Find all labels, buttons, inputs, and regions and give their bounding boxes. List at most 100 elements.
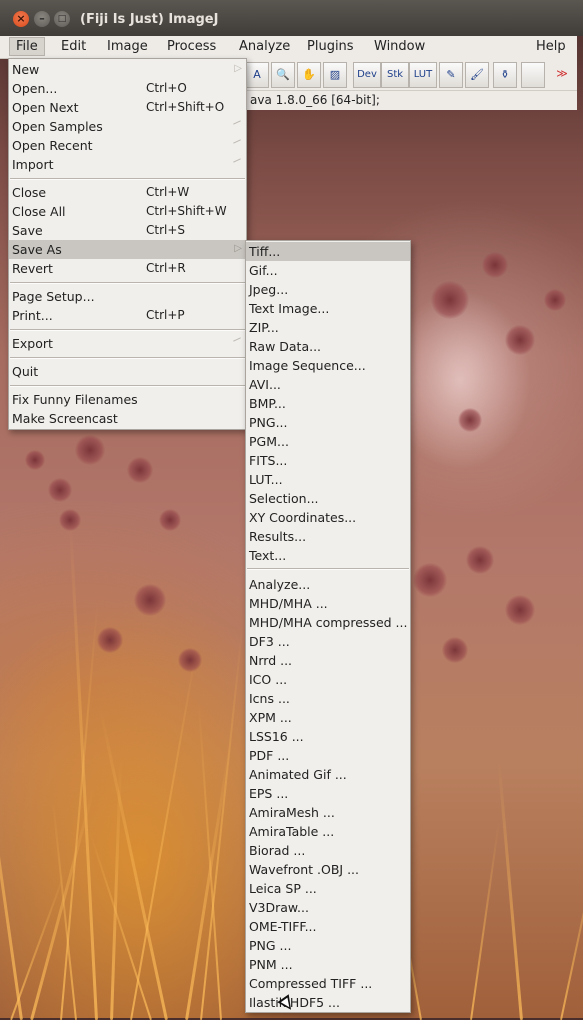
file-menu-item-make-screencast[interactable]: Make Screencast xyxy=(9,409,246,428)
menu-separator xyxy=(10,178,245,180)
pencil-button[interactable]: ✎ xyxy=(439,62,463,88)
save-as-item-jpeg[interactable]: Jpeg... xyxy=(246,280,410,299)
menu-item-label: Animated Gif ... xyxy=(249,767,347,782)
save-as-item-nrrd[interactable]: Nrrd ... xyxy=(246,651,410,670)
save-as-item-png[interactable]: PNG ... xyxy=(246,936,410,955)
file-menu-item-fix-funny-filenames[interactable]: Fix Funny Filenames xyxy=(9,390,246,409)
more-tools-button[interactable]: ≫ xyxy=(551,62,573,86)
save-as-item-v3draw[interactable]: V3Draw... xyxy=(246,898,410,917)
menu-file[interactable]: File xyxy=(9,37,45,56)
save-as-item-analyze[interactable]: Analyze... xyxy=(246,575,410,594)
color-picker-icon: ▨ xyxy=(329,68,341,81)
save-as-item-xpm[interactable]: XPM ... xyxy=(246,708,410,727)
file-menu-item-open[interactable]: Open... Ctrl+O xyxy=(9,79,246,98)
save-as-item-zip[interactable]: ZIP... xyxy=(246,318,410,337)
menu-item-label: Nrrd ... xyxy=(249,653,293,668)
menu-window[interactable]: Window xyxy=(374,39,425,54)
save-as-item-lut[interactable]: LUT... xyxy=(246,470,410,489)
menu-item-label: MHD/MHA compressed ... xyxy=(249,615,408,630)
menu-item-label: Close All xyxy=(12,204,66,219)
stk-menu-button[interactable]: Stk xyxy=(381,62,409,88)
menu-image[interactable]: Image xyxy=(107,39,148,54)
save-as-item-selection[interactable]: Selection... xyxy=(246,489,410,508)
menu-item-label: AmiraMesh ... xyxy=(249,805,335,820)
save-as-item-eps[interactable]: EPS ... xyxy=(246,784,410,803)
menu-analyze[interactable]: Analyze xyxy=(239,39,290,54)
file-menu-item-new[interactable]: New ▷ xyxy=(9,60,246,79)
save-as-item-fits[interactable]: FITS... xyxy=(246,451,410,470)
lut-menu-button[interactable]: LUT xyxy=(409,62,437,88)
save-as-item-icns[interactable]: Icns ... xyxy=(246,689,410,708)
save-as-item-gif[interactable]: Gif... xyxy=(246,261,410,280)
file-menu-item-open-samples[interactable]: Open Samples xyxy=(9,117,246,136)
color-picker-button[interactable]: ▨ xyxy=(323,62,347,88)
toolbar: A 🔍 ✋ ▨ Dev Stk LUT ✎ 🖌 ⚱ ≫ xyxy=(245,58,577,90)
save-as-item-ilastik-hdf5[interactable]: Ilastik HDF5 ... xyxy=(246,993,410,1012)
file-menu-item-save[interactable]: Save Ctrl+S xyxy=(9,221,246,240)
brush-icon: 🖌 xyxy=(470,68,484,81)
minimize-window-button[interactable]: – xyxy=(34,11,50,27)
menu-item-label: ICO ... xyxy=(249,672,288,687)
menu-item-label: Open Recent xyxy=(12,138,93,153)
file-menu-item-revert[interactable]: Revert Ctrl+R xyxy=(9,259,246,278)
save-as-item-lss16[interactable]: LSS16 ... xyxy=(246,727,410,746)
brush-button[interactable]: 🖌 xyxy=(465,62,489,88)
save-as-item-image-sequence[interactable]: Image Sequence... xyxy=(246,356,410,375)
menu-item-label: Compressed TIFF ... xyxy=(249,976,373,991)
save-as-item-wavefront-obj[interactable]: Wavefront .OBJ ... xyxy=(246,860,410,879)
dev-menu-button[interactable]: Dev xyxy=(353,62,381,88)
save-as-item-ico[interactable]: ICO ... xyxy=(246,670,410,689)
save-as-submenu: Tiff... Gif... Jpeg... Text Image... ZIP... R… xyxy=(245,240,411,1013)
file-menu-item-page-setup[interactable]: Page Setup... xyxy=(9,287,246,306)
save-as-item-amiratable[interactable]: AmiraTable ... xyxy=(246,822,410,841)
file-menu-item-close-all[interactable]: Close All Ctrl+Shift+W xyxy=(9,202,246,221)
file-menu-item-print[interactable]: Print... Ctrl+P xyxy=(9,306,246,325)
file-menu-item-export[interactable]: Export xyxy=(9,334,246,353)
close-window-button[interactable]: × xyxy=(13,11,29,27)
blank-tool-button[interactable] xyxy=(521,62,545,88)
save-as-item-results[interactable]: Results... xyxy=(246,527,410,546)
text-tool-button[interactable]: A xyxy=(245,62,269,88)
save-as-item-mhd-mha[interactable]: MHD/MHA ... xyxy=(246,594,410,613)
status-bar: ava 1.8.0_66 [64-bit]; xyxy=(245,90,577,110)
save-as-item-text-image[interactable]: Text Image... xyxy=(246,299,410,318)
file-menu-item-close[interactable]: Close Ctrl+W xyxy=(9,183,246,202)
menu-process[interactable]: Process xyxy=(167,39,216,54)
save-as-item-biorad[interactable]: Biorad ... xyxy=(246,841,410,860)
file-menu-item-import[interactable]: Import xyxy=(9,155,246,174)
save-as-item-compressed-tiff[interactable]: Compressed TIFF ... xyxy=(246,974,410,993)
file-menu-item-open-next[interactable]: Open Next Ctrl+Shift+O xyxy=(9,98,246,117)
file-menu-item-save-as[interactable]: Save As ▷ xyxy=(9,240,246,259)
flood-fill-button[interactable]: ⚱ xyxy=(493,62,517,88)
menu-item-shortcut: Ctrl+Shift+O xyxy=(146,100,225,114)
save-as-item-png[interactable]: PNG... xyxy=(246,413,410,432)
save-as-item-animated-gif[interactable]: Animated Gif ... xyxy=(246,765,410,784)
menu-item-label: V3Draw... xyxy=(249,900,309,915)
hand-button[interactable]: ✋ xyxy=(297,62,321,88)
menu-item-label: Open... xyxy=(12,81,58,96)
menu-plugins[interactable]: Plugins xyxy=(307,39,354,54)
save-as-item-raw-data[interactable]: Raw Data... xyxy=(246,337,410,356)
maximize-window-button[interactable]: □ xyxy=(54,11,70,27)
save-as-item-pnm[interactable]: PNM ... xyxy=(246,955,410,974)
menu-edit[interactable]: Edit xyxy=(61,39,86,54)
save-as-item-amiramesh[interactable]: AmiraMesh ... xyxy=(246,803,410,822)
menu-item-label: LSS16 ... xyxy=(249,729,304,744)
save-as-item-df3[interactable]: DF3 ... xyxy=(246,632,410,651)
save-as-item-ome-tiff[interactable]: OME-TIFF... xyxy=(246,917,410,936)
save-as-item-bmp[interactable]: BMP... xyxy=(246,394,410,413)
file-menu-item-quit[interactable]: Quit xyxy=(9,362,246,381)
menu-item-label: Quit xyxy=(12,364,39,379)
save-as-item-pgm[interactable]: PGM... xyxy=(246,432,410,451)
magnifier-button[interactable]: 🔍 xyxy=(271,62,295,88)
save-as-item-avi[interactable]: AVI... xyxy=(246,375,410,394)
window-titlebar[interactable]: × – □ (Fiji Is Just) ImageJ xyxy=(0,0,583,36)
save-as-item-tiff[interactable]: Tiff... xyxy=(246,242,410,261)
save-as-item-text[interactable]: Text... xyxy=(246,546,410,565)
save-as-item-pdf[interactable]: PDF ... xyxy=(246,746,410,765)
save-as-item-xy-coordinates[interactable]: XY Coordinates... xyxy=(246,508,410,527)
save-as-item-leica-sp[interactable]: Leica SP ... xyxy=(246,879,410,898)
file-menu-item-open-recent[interactable]: Open Recent xyxy=(9,136,246,155)
menu-help[interactable]: Help xyxy=(536,39,566,54)
save-as-item-mhd-mha-compressed[interactable]: MHD/MHA compressed ... xyxy=(246,613,410,632)
